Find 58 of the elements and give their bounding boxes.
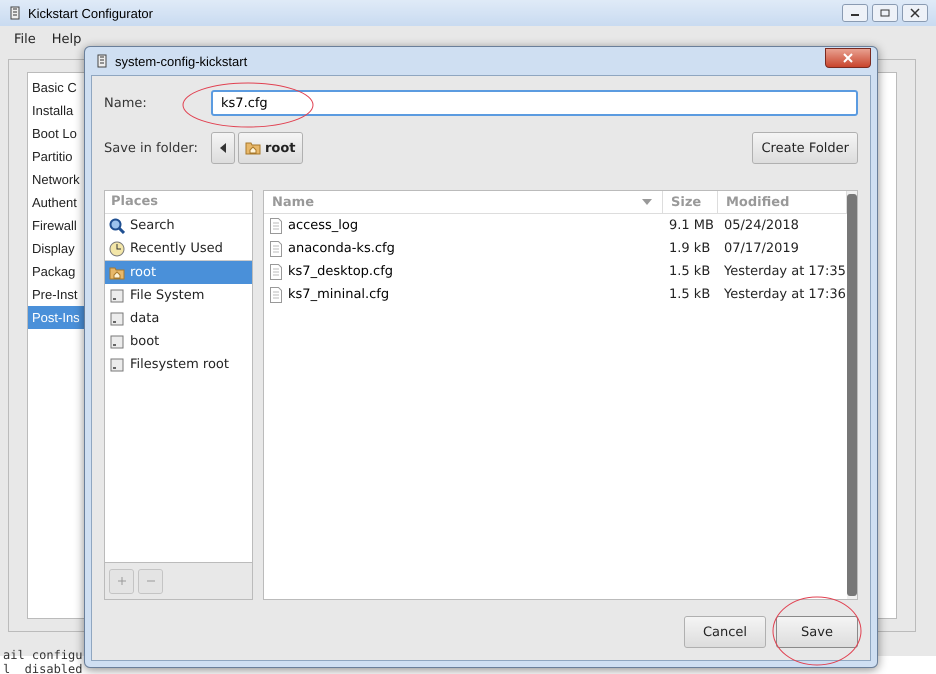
path-button[interactable]: root	[238, 132, 302, 164]
dialog-title: system-config-kickstart	[115, 54, 248, 68]
place-item[interactable]: data	[105, 307, 252, 330]
maximize-button[interactable]	[872, 4, 898, 22]
maximize-icon	[880, 9, 890, 17]
file-modified: Yesterday at 17:35	[723, 264, 847, 279]
file-modified: Yesterday at 17:36	[723, 287, 847, 302]
file-name[interactable]: ks7_mininal.cfg	[264, 286, 663, 302]
file-modified: 05/24/2018	[723, 218, 800, 233]
drive-icon	[109, 334, 125, 350]
close-icon	[910, 8, 920, 18]
place-item[interactable]: Filesystem root	[105, 353, 252, 376]
place-item[interactable]: boot	[105, 330, 252, 353]
terminal-text: l disabled	[3, 662, 82, 674]
app-icon	[95, 54, 109, 68]
name-field[interactable]: ks7.cfg	[211, 90, 858, 116]
drive-icon	[109, 310, 125, 326]
file-name[interactable]: anaconda-ks.cfg	[264, 240, 663, 256]
close-icon	[843, 53, 853, 63]
back-button[interactable]	[211, 132, 235, 164]
close-button[interactable]	[825, 48, 871, 68]
file-icon	[270, 218, 282, 234]
app-icon	[8, 6, 22, 20]
left-arrow-icon	[220, 143, 226, 153]
places-heading: Places	[105, 191, 252, 214]
file-size: 9.1 MB	[668, 218, 715, 233]
file-modified: 07/17/2019	[723, 241, 800, 256]
file-name[interactable]: access_log	[264, 218, 663, 234]
file-icon	[270, 286, 282, 302]
place-item[interactable]: File System	[105, 284, 252, 307]
home-folder-icon	[109, 264, 125, 280]
window-title: Kickstart Configurator	[28, 6, 153, 20]
home-folder-icon	[245, 140, 261, 156]
menu-item[interactable]: Help	[44, 30, 90, 49]
save-button[interactable]: Save	[776, 616, 858, 648]
file-icon	[270, 240, 282, 256]
file-size: 1.9 kB	[668, 241, 712, 256]
place-item[interactable]: Recently Used	[105, 237, 252, 260]
place-item[interactable]: Search	[105, 214, 252, 237]
drive-icon	[109, 356, 125, 372]
scrollbar[interactable]	[847, 194, 857, 596]
close-button[interactable]	[902, 4, 928, 22]
search-icon	[109, 218, 125, 234]
file-name[interactable]: ks7_desktop.cfg	[264, 264, 663, 280]
minimize-button[interactable]	[842, 4, 868, 22]
plus-icon	[116, 576, 126, 586]
drive-icon	[109, 288, 125, 304]
terminal-text: ail configu	[3, 648, 82, 662]
sort-arrow-icon	[642, 199, 652, 205]
name-label: Name:	[104, 96, 148, 110]
file-icon	[270, 264, 282, 280]
menu-item[interactable]: File	[6, 30, 44, 49]
cancel-button[interactable]: Cancel	[684, 616, 766, 648]
create-folder-button[interactable]: Create Folder	[752, 132, 858, 164]
clock-icon	[109, 240, 125, 256]
file-size: 1.5 kB	[668, 264, 712, 279]
file-size: 1.5 kB	[668, 287, 712, 302]
folder-label: Save in folder:	[104, 140, 199, 156]
